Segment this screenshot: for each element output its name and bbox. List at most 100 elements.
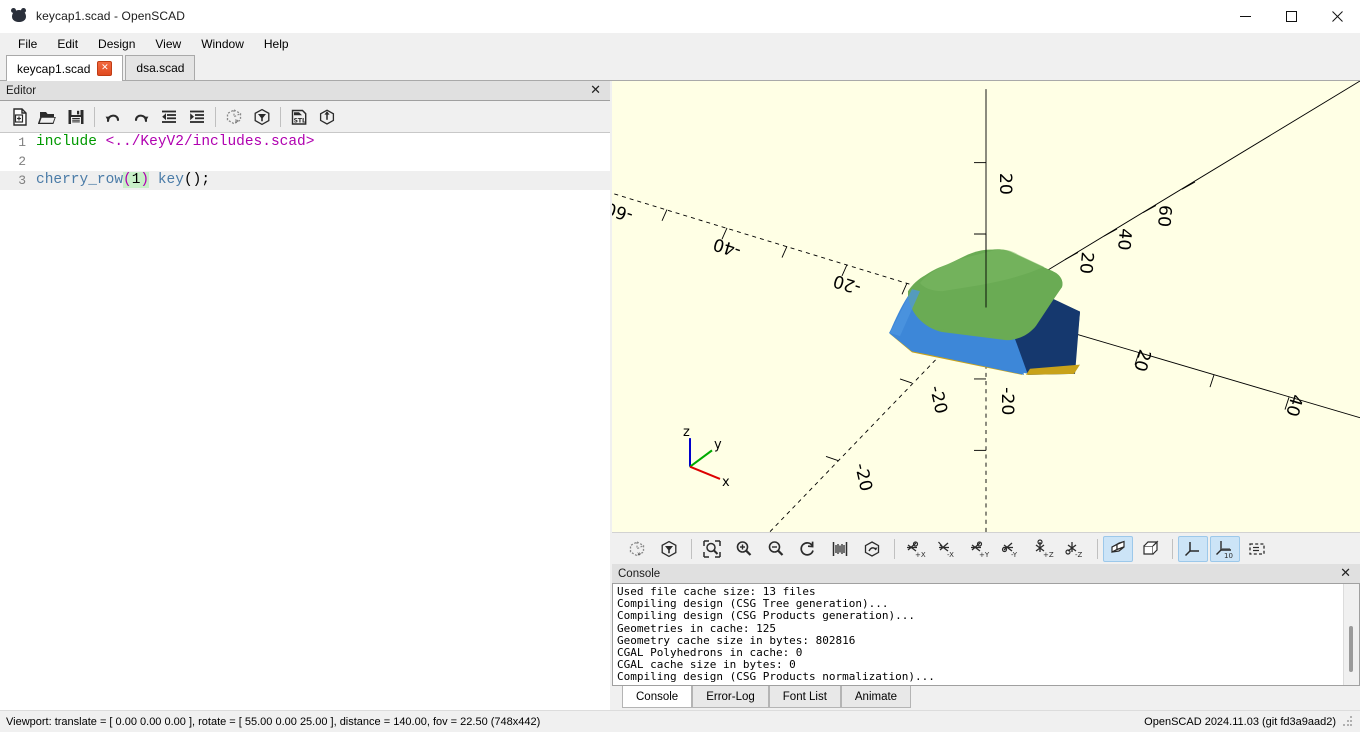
toolbar-separator — [1097, 538, 1098, 559]
svg-text:60: 60 — [1153, 204, 1175, 228]
console-line: Compiling design (CSG Products normaliza… — [617, 670, 935, 684]
console-line: Normalized tree has 448 elements! — [617, 683, 1339, 685]
editor-dock-close-icon[interactable]: ✕ — [587, 84, 604, 97]
toolbar-separator — [894, 538, 895, 559]
unindent-icon[interactable] — [155, 103, 183, 131]
render-icon[interactable] — [654, 536, 684, 562]
toolbar-separator — [280, 106, 281, 127]
axis-z-negative-label: -20 — [997, 387, 1017, 415]
menu-help[interactable]: Help — [254, 34, 299, 54]
menu-bar: File Edit Design View Window Help — [0, 33, 1360, 55]
tab-error-log[interactable]: Error-Log — [692, 686, 769, 708]
console-dock-title: Console — [618, 567, 661, 580]
code-token: ) — [140, 172, 150, 188]
close-window-button[interactable] — [1314, 0, 1360, 32]
code-line[interactable]: 3 cherry_row(1) key(); — [0, 171, 610, 190]
console-output[interactable]: Used file cache size: 13 files Compiling … — [613, 584, 1343, 685]
resize-grip-icon[interactable] — [1342, 715, 1354, 728]
console-scrollbar-thumb[interactable] — [1349, 626, 1353, 672]
zoom-in-icon[interactable] — [729, 536, 759, 562]
line-number: 2 — [18, 154, 26, 169]
console-line: Geometries in cache: 125 — [617, 621, 776, 635]
editor-dock-title: Editor — [6, 84, 37, 97]
view-back-y-icon[interactable]: -Y — [996, 536, 1026, 562]
show-edges-icon[interactable] — [1242, 536, 1272, 562]
toolbar-separator — [215, 106, 216, 127]
maximize-button[interactable] — [1268, 0, 1314, 32]
preview-icon[interactable]: » — [220, 103, 248, 131]
menu-view[interactable]: View — [145, 34, 191, 54]
view-all-icon[interactable] — [825, 536, 855, 562]
svg-text:»: » — [235, 117, 239, 125]
redo-icon[interactable] — [127, 103, 155, 131]
console-body: Used file cache size: 13 files Compiling … — [612, 584, 1360, 686]
viewer-pane: 20 40 60 -20 -40 -60 20 40 -20 -20 20 -2… — [612, 81, 1360, 710]
3d-viewport[interactable]: 20 40 60 -20 -40 -60 20 40 -20 -20 20 -2… — [612, 81, 1360, 532]
menu-window[interactable]: Window — [191, 34, 254, 54]
version-label: OpenSCAD 2024.11.03 (git fd3a9aad2) — [1144, 715, 1336, 728]
title-bar: keycap1.scad - OpenSCAD — [0, 0, 1360, 33]
axis-indicator-x-label: x — [722, 475, 730, 490]
toolbar-separator — [691, 538, 692, 559]
show-axes-icon[interactable] — [1178, 535, 1208, 562]
code-line[interactable]: 2 — [0, 152, 610, 171]
undo-icon[interactable] — [99, 103, 127, 131]
code-line[interactable]: 1 include <../KeyV2/includes.scad> — [0, 133, 610, 152]
export-stl-icon[interactable]: STL — [285, 103, 313, 131]
line-number: 1 — [18, 135, 26, 150]
editor-dock: Editor ✕ » STL 1 include <../KeyV2/inclu… — [0, 81, 612, 710]
tab-label: dsa.scad — [136, 61, 185, 75]
code-token: (); — [183, 172, 211, 188]
editor-toolbar: » STL — [0, 101, 610, 133]
console-tab-bar: Console Error-Log Font List Animate — [612, 686, 1360, 710]
tab-console[interactable]: Console — [622, 686, 693, 708]
view-bottom-z-icon[interactable]: -Z — [1060, 536, 1090, 562]
zoom-fit-icon[interactable] — [697, 536, 727, 562]
view-front-y-icon[interactable]: +Y — [964, 536, 994, 562]
window-title: keycap1.scad - OpenSCAD — [36, 9, 186, 23]
orthogonal-view-icon[interactable] — [1135, 536, 1165, 562]
toolbar-separator — [94, 106, 95, 127]
code-token: cherry_row — [36, 172, 124, 188]
code-token: <../KeyV2/includes.scad> — [105, 134, 315, 150]
open-file-icon[interactable] — [34, 103, 62, 131]
console-dock-close-icon[interactable]: ✕ — [1337, 567, 1354, 580]
save-file-icon[interactable] — [62, 103, 90, 131]
minimize-button[interactable] — [1222, 0, 1268, 32]
axis-indicator-z-label: z — [683, 425, 690, 440]
view-left-x-icon[interactable]: -X — [932, 536, 962, 562]
perspective-view-icon[interactable] — [1103, 535, 1133, 562]
render-icon[interactable] — [248, 103, 276, 131]
menu-edit[interactable]: Edit — [47, 34, 88, 54]
menu-file[interactable]: File — [8, 34, 47, 54]
zoom-out-icon[interactable] — [761, 536, 791, 562]
tab-close-icon[interactable]: ✕ — [97, 61, 113, 76]
toolbar-separator — [1172, 538, 1173, 559]
preview-icon[interactable]: » — [622, 536, 652, 562]
tab-animate[interactable]: Animate — [840, 686, 912, 708]
svg-text:-Y: -Y — [1011, 551, 1018, 559]
tab-font-list[interactable]: Font List — [768, 686, 841, 708]
viewport-status-text: Viewport: translate = [ 0.00 0.00 0.00 ]… — [6, 715, 541, 728]
export-icon[interactable] — [313, 103, 341, 131]
menu-design[interactable]: Design — [88, 34, 145, 54]
show-scale-markers-icon[interactable]: 10 — [1210, 535, 1240, 562]
tab-dsa-scad[interactable]: dsa.scad — [125, 55, 196, 80]
svg-text:-X: -X — [947, 551, 954, 559]
svg-text:STL: STL — [294, 117, 306, 124]
tab-keycap1-scad[interactable]: keycap1.scad ✕ — [6, 55, 124, 81]
svg-text:»: » — [637, 550, 641, 558]
new-file-icon[interactable] — [6, 103, 34, 131]
editor-dock-header: Editor ✕ — [0, 81, 610, 101]
code-text: include <../KeyV2/includes.scad> — [36, 133, 314, 152]
svg-text:-Z: -Z — [1075, 551, 1083, 559]
reset-view-icon[interactable] — [793, 536, 823, 562]
indent-icon[interactable] — [183, 103, 211, 131]
console-scrollbar[interactable] — [1343, 584, 1359, 685]
view-top-z-icon[interactable]: +Z — [1028, 536, 1058, 562]
axis-z-positive-label: 20 — [995, 173, 1015, 195]
code-editor[interactable]: 1 include <../KeyV2/includes.scad> 2 3 cherr… — [0, 133, 610, 710]
code-token: key — [157, 172, 184, 188]
surface-view-icon[interactable] — [857, 536, 887, 562]
view-right-x-icon[interactable]: +X — [900, 536, 930, 562]
